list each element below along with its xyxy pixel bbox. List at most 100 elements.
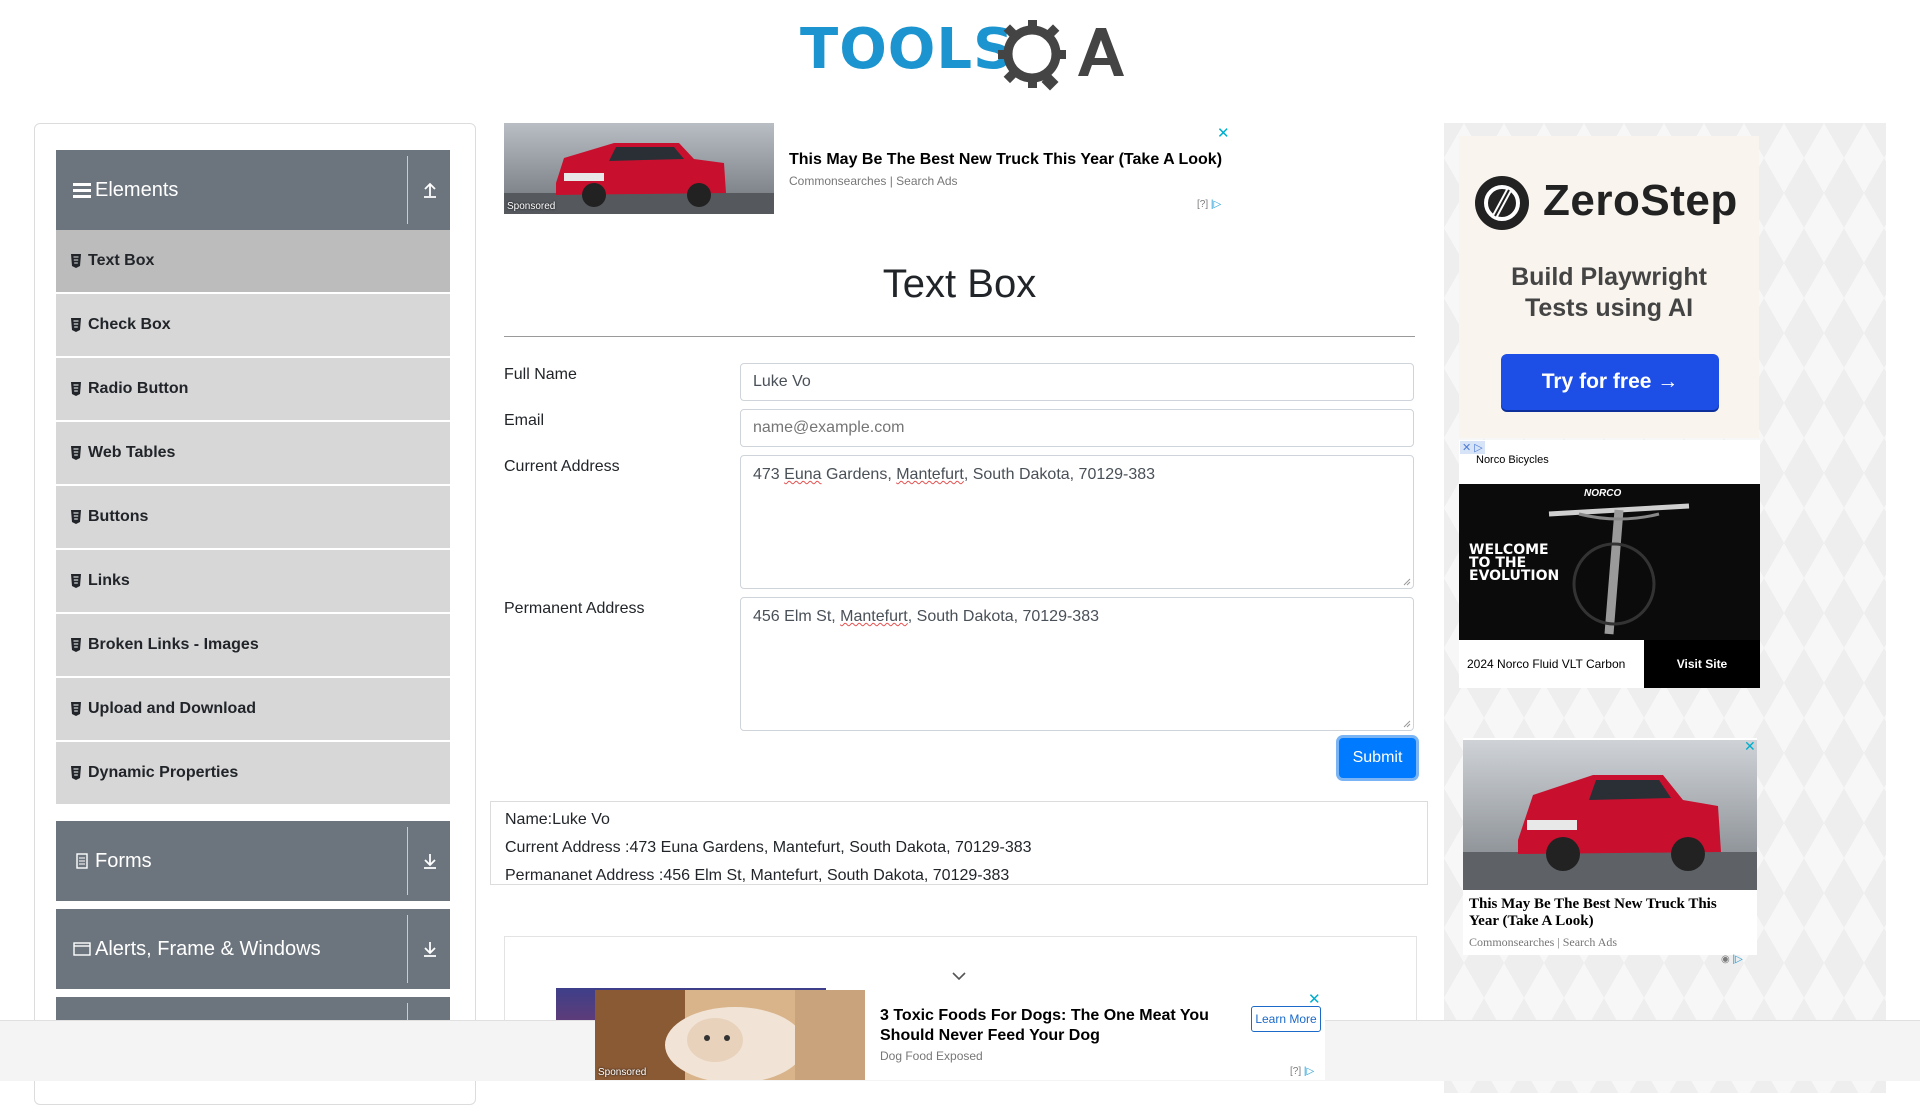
permanent-address-label: Permanent Address xyxy=(504,600,645,617)
current-address-textarea[interactable]: 473 Euna Gardens, Mantefurt, South Dakot… xyxy=(740,455,1414,589)
adchoices-icon[interactable]: [?] |▷ xyxy=(1197,199,1221,210)
left-sidebar: Elements Text Box Check Box Radio Button… xyxy=(34,123,476,1105)
output-name: Name:Luke Vo xyxy=(505,811,610,828)
zerostep-mark xyxy=(1484,185,1520,221)
sidebar-item-label: Broken Links - Images xyxy=(88,636,259,653)
ad-header: ✕ ▷ Norco Bicycles xyxy=(1459,440,1760,484)
welcome-headline: WELCOME TO THE EVOLUTION xyxy=(1469,543,1560,584)
chevron-down-icon[interactable] xyxy=(950,970,968,982)
ad-source: Commonsearches | Search Ads xyxy=(789,174,958,188)
textarea-text: Gardens, xyxy=(821,466,897,483)
textarea-text: , South Dakota, 70129-383 xyxy=(907,608,1099,625)
bike-ad-image[interactable]: NORCO WELCOME TO THE EVOLUTION xyxy=(1459,484,1760,640)
email-input[interactable] xyxy=(740,409,1414,447)
dog-ad-image[interactable]: Sponsored xyxy=(595,990,865,1080)
group-header-elements[interactable]: Elements xyxy=(56,150,450,230)
download-arrow-icon[interactable] xyxy=(418,849,442,873)
zerostep-ad[interactable]: ZeroStep Build Playwright Tests using AI … xyxy=(1459,136,1759,438)
divider xyxy=(407,827,408,895)
zerostep-logo-icon xyxy=(1475,176,1529,230)
zerostep-brand: ZeroStep xyxy=(1543,176,1738,225)
sidebar-item-label: Text Box xyxy=(88,252,155,269)
sidebar-item-web-tables[interactable]: Web Tables xyxy=(56,422,450,486)
sidebar-item-buttons[interactable]: Buttons xyxy=(56,486,450,550)
ad-title[interactable]: This May Be The Best New Truck This Year… xyxy=(789,151,1222,169)
sponsored-label: Sponsored xyxy=(598,1067,647,1078)
download-arrow-icon[interactable] xyxy=(418,937,442,961)
sidebar-item-label: Links xyxy=(88,572,130,589)
sidebar-item-upload-download[interactable]: Upload and Download xyxy=(56,678,450,742)
permanent-address-textarea[interactable]: 456 Elm St, Mantefurt, South Dakota, 701… xyxy=(740,597,1414,731)
advertiser-name: Norco Bicycles xyxy=(1476,454,1549,466)
html-file-icon xyxy=(71,254,81,268)
play-triangle-icon: |▷ xyxy=(1210,199,1222,210)
upload-arrow-icon[interactable] xyxy=(418,178,442,202)
group-header-alerts[interactable]: Alerts, Frame & Windows xyxy=(56,909,450,989)
spellcheck-word: Euna xyxy=(784,466,822,483)
truck-ad-image[interactable] xyxy=(1463,740,1757,890)
norco-ad[interactable]: ✕ ▷ Norco Bicycles NORCO WELCOME TO THE EV… xyxy=(1459,440,1760,688)
sidebar-item-label: Web Tables xyxy=(88,444,176,461)
play-triangle-icon: |▷ xyxy=(1303,1066,1315,1077)
sidebar-item-check-box[interactable]: Check Box xyxy=(56,294,450,358)
html-file-icon xyxy=(71,574,81,588)
divider xyxy=(504,336,1415,337)
sidebar-item-label: Radio Button xyxy=(88,380,189,397)
sidebar-item-label: Dynamic Properties xyxy=(88,764,239,781)
menu-icon xyxy=(73,183,91,198)
bike-model: 2024 Norco Fluid VLT Carbon xyxy=(1467,657,1626,671)
html-file-icon xyxy=(71,446,81,460)
sidebar-item-label: Upload and Download xyxy=(88,700,256,717)
sidebar-item-radio-button[interactable]: Radio Button xyxy=(56,358,450,422)
output-permanent-address: Permananet Address :456 Elm St, Mantefur… xyxy=(505,867,1010,884)
html-file-icon xyxy=(71,766,81,780)
current-address-label: Current Address xyxy=(504,458,620,475)
output-current-address: Current Address :473 Euna Gardens, Mante… xyxy=(505,839,1032,856)
learn-more-button[interactable]: Learn More xyxy=(1251,1006,1321,1032)
ad-title[interactable]: 3 Toxic Foods For Dogs: The One Meat You… xyxy=(880,1006,1220,1046)
divider xyxy=(407,156,408,224)
toolsqa-logo[interactable]: TOOLS xyxy=(800,14,1124,92)
textarea-text: 473 xyxy=(753,466,785,483)
resize-grip-icon[interactable] xyxy=(1403,578,1411,586)
full-name-label: Full Name xyxy=(504,366,577,383)
full-name-input[interactable] xyxy=(740,363,1414,401)
sidebar-item-links[interactable]: Links xyxy=(56,550,450,614)
tagline-line: Tests using AI xyxy=(1524,294,1694,322)
textarea-text: , South Dakota, 70129-383 xyxy=(963,466,1156,483)
right-truck-ad[interactable]: This May Be The Best New Truck This Year… xyxy=(1463,738,1757,965)
close-icon[interactable]: ✕ xyxy=(1308,990,1321,1008)
resize-grip-icon[interactable] xyxy=(1403,720,1411,728)
sidebar-item-text-box[interactable]: Text Box xyxy=(56,230,450,294)
group-header-forms[interactable]: Forms xyxy=(56,821,450,901)
email-label: Email xyxy=(504,412,545,429)
ad-footer: 2024 Norco Fluid VLT Carbon xyxy=(1459,640,1644,688)
sidebar-item-label: Buttons xyxy=(88,508,149,525)
bottom-dog-food-ad[interactable]: Sponsored 3 Toxic Foods For Dogs: The On… xyxy=(595,990,1325,1080)
textarea-text: 456 Elm St, xyxy=(753,608,841,625)
ad-info-label: [?] xyxy=(1197,199,1209,210)
ad-close-icon[interactable]: ✕ ▷ xyxy=(1460,441,1485,454)
html-file-icon xyxy=(71,318,81,332)
visit-site-button[interactable]: Visit Site xyxy=(1644,640,1760,688)
close-icon[interactable]: ✕ xyxy=(1744,738,1756,755)
group-label: Elements xyxy=(95,178,179,201)
try-for-free-button[interactable]: Try for free → xyxy=(1501,354,1719,410)
page-title: Text Box xyxy=(882,262,1037,306)
zerostep-tagline: Build Playwright Tests using AI xyxy=(1459,262,1759,324)
document-icon xyxy=(76,853,88,869)
truck-ad-image[interactable]: Sponsored xyxy=(504,123,774,214)
group-label: Alerts, Frame & Windows xyxy=(95,937,321,960)
headline-line: EVOLUTION xyxy=(1469,568,1560,584)
submit-button[interactable]: Submit xyxy=(1339,738,1416,778)
top-truck-ad[interactable]: Sponsored This May Be The Best New Truck… xyxy=(504,123,1234,215)
sidebar-item-dynamic-properties[interactable]: Dynamic Properties xyxy=(56,742,450,806)
group-label: Forms xyxy=(95,849,152,872)
html-file-icon xyxy=(71,382,81,396)
ad-title[interactable]: This May Be The Best New Truck This Year… xyxy=(1469,896,1749,930)
adchoices-icon[interactable]: ◉ |▷ xyxy=(1721,954,1743,965)
close-icon[interactable]: ✕ xyxy=(1217,124,1230,142)
adchoices-icon[interactable]: [?] |▷ xyxy=(1290,1066,1314,1077)
sidebar-item-broken-links[interactable]: Broken Links - Images xyxy=(56,614,450,678)
html-file-icon xyxy=(71,510,81,524)
